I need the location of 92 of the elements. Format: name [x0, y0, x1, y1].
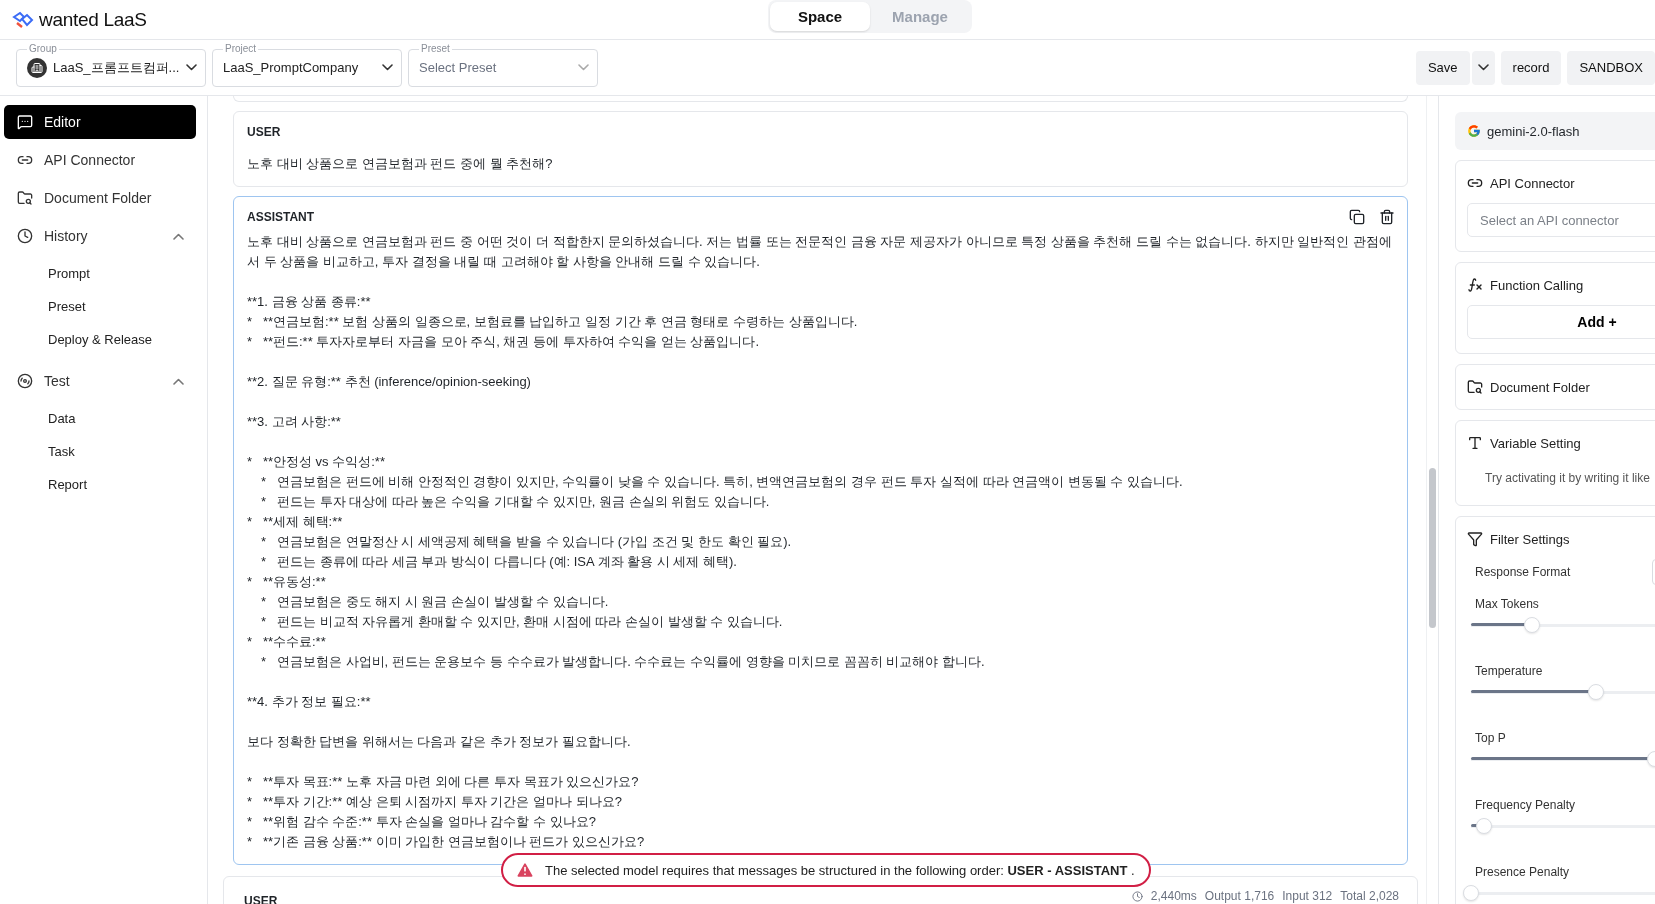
sidebar-item[interactable]: Document Folder — [4, 181, 196, 215]
chevron-up-icon[interactable] — [173, 232, 184, 240]
slider-label: Frequency Penalty — [1474, 798, 1577, 812]
message-line: **2. 질문 유형:** 추천 (inference/opinion-seeking) — [247, 373, 532, 391]
model-name: gemini-2.0-flash — [1487, 123, 1580, 139]
message-line: * 연금보험은 펀드에 비해 안정적인 경향이 있지만, 수익률이 낮을 수 있습니다. 특히, 변액연금보험의 경우 펀드 투자 실적에 따라 연금액이 변동될 수 있습니다. — [260, 473, 1184, 491]
message-line: **1. 금융 상품 종류:** — [247, 293, 372, 311]
model-selector[interactable]: gemini-2.0-flash — [1455, 112, 1655, 150]
sidebar-item[interactable]: API Connector — [4, 143, 196, 177]
message-line: * 펀드는 종류에 따라 세금 부과 방식이 다릅니다 (예: ISA 계좌 활용 시 세제 혜택). — [260, 553, 738, 571]
slider-thumb[interactable] — [1523, 617, 1540, 633]
message-line: * 펀드는 투자 대상에 따라 높은 수익을 기대할 수 있지만, 원금 손실의 위험도 있습니다. — [260, 493, 771, 511]
sidebar-subitem[interactable]: Prompt — [4, 257, 196, 290]
variable-icon — [1467, 435, 1483, 451]
message-line: * **기존 금융 상품:** 이미 가입한 연금보험이나 펀드가 있으신가요? — [247, 833, 646, 851]
message-line: * 연금보험은 연말정산 시 세액공제 혜택을 받을 수 있습니다 (가입 조건 및 한도 확인 필요). — [260, 533, 793, 551]
slider-thumb[interactable] — [1463, 885, 1479, 901]
message-line: * **수수료:** — [247, 633, 327, 651]
scrollbar-thumb[interactable] — [1429, 468, 1436, 628]
copy-icon[interactable] — [1349, 209, 1365, 225]
message-role: USER — [247, 124, 282, 140]
api-connector-field[interactable]: Select an API connector — [1467, 203, 1655, 237]
message-text: 노후 대비 상품으로 연금보험과 펀드 중에 뭘 추천해? — [247, 155, 554, 173]
card-title: API Connector — [1490, 175, 1575, 191]
message-line: * 연금보험은 중도 해지 시 원금 손실이 발생할 수 있습니다. — [260, 593, 610, 611]
sidebar-subitem[interactable]: Report — [4, 468, 196, 501]
sidebar-subitem[interactable]: Deploy & Release — [4, 323, 196, 356]
slider-thumb[interactable] — [1588, 684, 1605, 700]
message-line: * **위험 감수 수준:** 투자 손실을 얼마나 감수할 수 있나요? — [247, 813, 597, 831]
sidebar-item[interactable]: Editor — [4, 105, 196, 139]
message-line: **4. 추가 정보 필요:** — [247, 693, 372, 711]
mode-tab[interactable]: Space — [770, 2, 870, 31]
message-line: * 연금보험은 사업비, 펀드는 운용보수 등 수수료가 발생합니다. 수수료는 수익률에 영향을 미치므로 꼼꼼히 비교해야 합니다. — [260, 653, 986, 671]
hint-text: Try activating it by writing it like — [1484, 471, 1651, 485]
field-label: Preset — [419, 42, 452, 55]
nav-icon — [17, 228, 33, 244]
field-label: Project — [223, 42, 259, 55]
message-line: * **세제 혜택:** — [247, 513, 344, 531]
message-line: * **펀드:** 투자자로부터 자금을 모아 주식, 채권 등에 투자하여 수익을 얻는 상품입니다. — [247, 333, 761, 351]
sidebar-subitem[interactable]: Task — [4, 435, 196, 468]
slider-label: Presence Penalty — [1474, 865, 1571, 879]
folder-icon — [1467, 379, 1483, 395]
slider-label: Max Tokens — [1474, 597, 1540, 611]
field-label: Group — [27, 42, 59, 55]
timer-icon — [1131, 890, 1143, 902]
nav-icon — [17, 373, 33, 389]
add-button[interactable]: Add + — [1467, 305, 1655, 339]
filter-icon — [1467, 531, 1483, 547]
chevron-down-icon[interactable] — [382, 64, 393, 71]
chevron-down-icon[interactable] — [186, 64, 197, 71]
usage-stat: Total 2,028 — [1340, 889, 1399, 903]
field-label: Response Format — [1474, 565, 1571, 579]
message-role: ASSISTANT — [247, 209, 315, 225]
warning-icon — [515, 860, 535, 880]
google-icon — [1467, 124, 1481, 138]
dropdown-button[interactable] — [1471, 50, 1495, 85]
toolbar-button[interactable]: Save — [1415, 50, 1470, 85]
sidebar-subitem[interactable]: Data — [4, 402, 196, 435]
message-line: 보다 정확한 답변을 위해서는 다음과 같은 추가 정보가 필요합니다. — [247, 733, 632, 751]
card-title: Document Folder — [1490, 379, 1590, 395]
nav-icon — [17, 190, 33, 206]
message-line: * **투자 기간:** 예상 은퇴 시점까지 투자 기간은 얼마나 되나요? — [247, 793, 623, 811]
card-title: Filter Settings — [1490, 531, 1570, 547]
slider-label: Temperature — [1474, 664, 1544, 678]
message-line: * **안정성 vs 수익성:** — [247, 453, 386, 471]
trash-icon[interactable] — [1379, 209, 1395, 225]
logo-icon — [12, 10, 36, 29]
nav-icon — [17, 114, 33, 130]
usage-stat: Input 312 — [1282, 889, 1333, 903]
card-title: Function Calling — [1490, 277, 1584, 293]
toolbar-button[interactable]: SANDBOX — [1567, 50, 1655, 85]
sidebar-subitem[interactable]: Preset — [4, 290, 196, 323]
card-title: Variable Setting — [1490, 435, 1581, 451]
message-line: * **연금보험:** 보험 상품의 일종으로, 보험료를 납입하고 일정 기간 후 연금 형태로 수령하는 상품입니다. — [247, 313, 859, 331]
message-line: 노후 대비 상품으로 연금보험과 펀드 중 어떤 것이 더 적합한지 문의하셨습니다. 저는 법률 또는 전문적인 금융 자문 제공자가 아니므로 특정 상품을 추천해 드릴 수는 없습니다. 하지만 일반적인 관점에서 두 상품을 비교하고, 투자 결정을 내릴 때 고려해야 할 사항을 안내해 드릴 수 있습니다. — [247, 233, 1393, 271]
message-line: * **투자 목표:** 노후 자금 마련 외에 다른 투자 목표가 있으신가요? — [247, 773, 640, 791]
usage-stat: Output 1,716 — [1204, 889, 1275, 903]
sidebar-item[interactable]: Test — [4, 364, 196, 398]
function-icon — [1467, 277, 1483, 293]
usage-stat: 2,440ms — [1150, 889, 1197, 903]
toolbar-button[interactable]: record — [1500, 50, 1562, 85]
message-line: * **유동성:** — [247, 573, 327, 591]
building-icon — [27, 57, 47, 78]
message-line: * 펀드는 비교적 자유롭게 환매할 수 있지만, 환매 시점에 따라 손실이 발생할 수 있습니다. — [260, 613, 784, 631]
chevron-up-icon[interactable] — [173, 377, 184, 385]
sidebar-item[interactable]: History — [4, 219, 196, 253]
app-logo[interactable]: wanted LaaS — [39, 8, 147, 31]
slider-label: Top P — [1474, 731, 1507, 745]
toast-text: The selected model requires that messages be structured in the following order: USER - ASSISTANT . — [545, 862, 1135, 878]
slider-thumb[interactable] — [1475, 818, 1492, 834]
chevron-down-icon[interactable] — [1477, 64, 1489, 71]
message-line: **3. 고려 사항:** — [247, 413, 342, 431]
